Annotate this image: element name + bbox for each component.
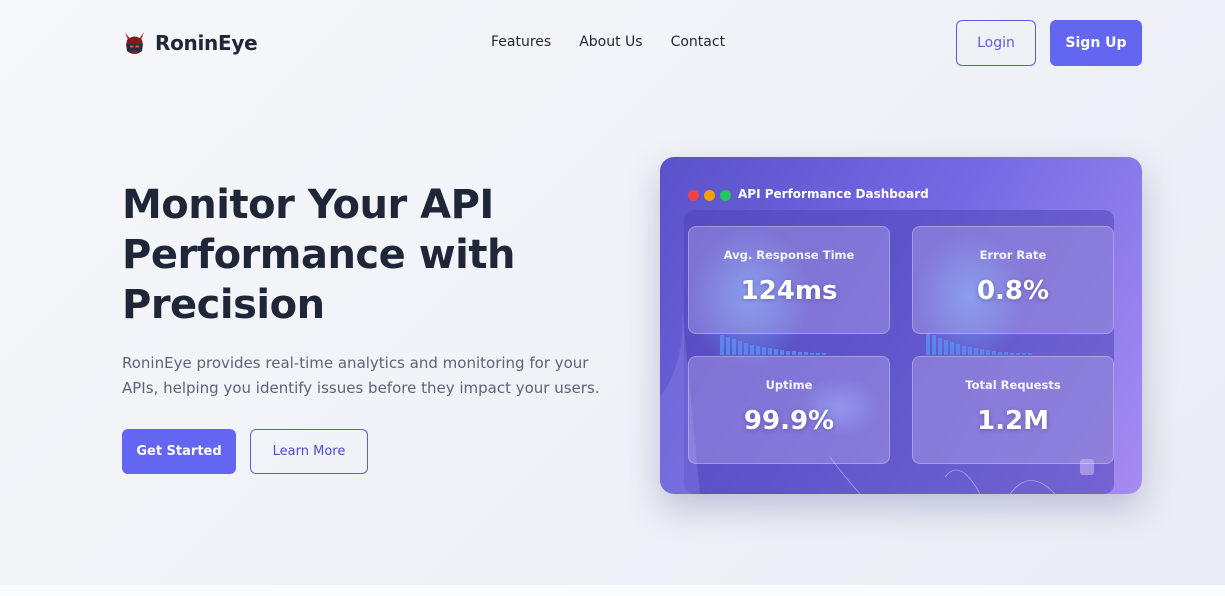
get-started-button[interactable]: Get Started xyxy=(122,429,236,474)
metric-card-total-requests: Total Requests 1.2M xyxy=(912,356,1114,464)
metric-label: Error Rate xyxy=(979,248,1047,262)
maximize-dot-icon xyxy=(720,190,731,201)
footer-band xyxy=(0,585,1225,596)
hero-description: RoninEye provides real-time analytics an… xyxy=(122,354,600,397)
metric-value: 124ms xyxy=(740,276,838,306)
site-header: RoninEye Features About Us Contact Login… xyxy=(0,0,1225,88)
metric-card-uptime: Uptime 99.9% xyxy=(688,356,890,464)
learn-more-button[interactable]: Learn More xyxy=(250,429,368,474)
metric-value: 99.9% xyxy=(743,406,835,436)
metric-value: 1.2M xyxy=(977,406,1049,436)
brand[interactable]: RoninEye xyxy=(122,29,258,57)
metric-value: 0.8% xyxy=(976,276,1050,306)
minimize-dot-icon xyxy=(704,190,715,201)
nav-features[interactable]: Features xyxy=(491,34,551,50)
metric-label: Uptime xyxy=(765,378,813,392)
nav-contact[interactable]: Contact xyxy=(671,34,725,50)
brand-name: RoninEye xyxy=(155,31,258,55)
nav-about-us[interactable]: About Us xyxy=(579,34,642,50)
main-nav: Features About Us Contact xyxy=(491,34,725,50)
metric-card-error-rate: Error Rate 0.8% xyxy=(912,226,1114,334)
metric-label: Total Requests xyxy=(965,378,1061,392)
login-button[interactable]: Login xyxy=(956,20,1036,66)
hero-title: Monitor Your API Performance with Precis… xyxy=(122,182,515,328)
dashboard-preview: API Performance Dashboard Avg. Response … xyxy=(660,157,1142,494)
close-dot-icon xyxy=(688,190,699,201)
metric-label: Avg. Response Time xyxy=(723,248,855,262)
window-controls xyxy=(688,190,731,201)
signup-button[interactable]: Sign Up xyxy=(1050,20,1142,66)
dashboard-title: API Performance Dashboard xyxy=(738,187,929,201)
ronin-helmet-icon xyxy=(125,32,144,54)
metric-card-response-time: Avg. Response Time 124ms xyxy=(688,226,890,334)
